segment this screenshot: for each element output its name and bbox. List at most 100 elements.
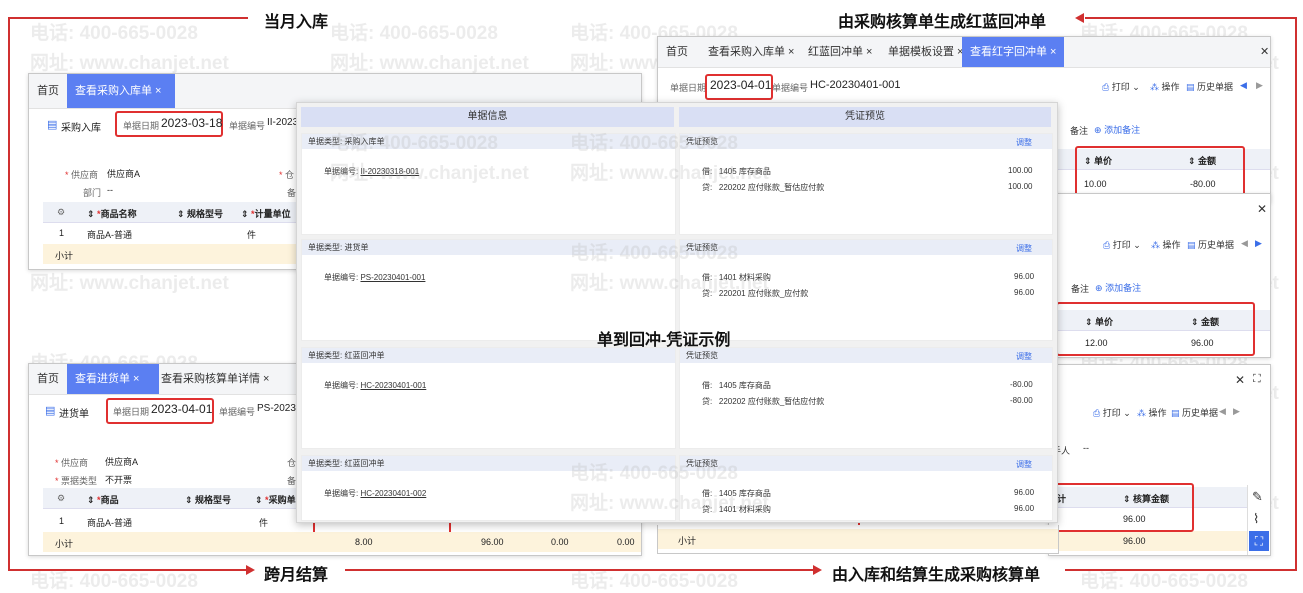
- watermark-site: 网址: www.chanjet.net: [330, 53, 529, 74]
- doc-card: 单据类型: 采购入库单 单据编号: II-20230318-001: [301, 133, 676, 235]
- history-icon: ▤: [1171, 408, 1180, 418]
- debit-amount: 100.00: [1008, 166, 1033, 175]
- chevron-down-icon[interactable]: ⌄: [1123, 408, 1131, 418]
- flow-line: [1085, 17, 1297, 19]
- doc-number-label: 单据编号:: [324, 167, 359, 176]
- date-value: 2023-03-18: [161, 116, 223, 130]
- debit-label: 借:: [702, 381, 713, 390]
- add-remark-button[interactable]: 添加备注: [1105, 283, 1141, 293]
- doc-type-value: 采购入库单: [344, 137, 385, 146]
- debit-account: 1401 材料采购: [718, 273, 771, 282]
- fullscreen-icon[interactable]: ⛶: [1249, 531, 1269, 551]
- edit-icon[interactable]: ✎: [1252, 489, 1263, 505]
- next-icon[interactable]: ▶: [1256, 80, 1263, 91]
- grid-icon: ⁂: [1151, 240, 1160, 250]
- doc-number-link[interactable]: HC-20230401-002: [360, 489, 426, 498]
- operation-button[interactable]: 操作: [1149, 408, 1167, 418]
- doc-number-value: PS-2023: [257, 403, 296, 414]
- settings-icon[interactable]: ⚙: [57, 207, 65, 218]
- expand-icon[interactable]: ⛶: [1253, 373, 1261, 386]
- print-icon: ⎙: [1102, 82, 1110, 92]
- prev-icon[interactable]: ◀: [1219, 406, 1226, 417]
- debit-account: 1405 库存商品: [718, 167, 771, 176]
- tab-home[interactable]: 首页: [29, 364, 67, 394]
- close-icon[interactable]: ✕: [1257, 202, 1267, 216]
- chevron-down-icon[interactable]: ⌄: [1132, 82, 1140, 92]
- voucher-example-panel: 单据信息 凭证预览 单据类型: 采购入库单 单据编号: II-20230318-…: [296, 102, 1058, 523]
- adjust-button[interactable]: 调整: [1016, 351, 1032, 362]
- credit-account: 1401 材料采购: [718, 505, 771, 514]
- watermark-phone: 电话: 400-665-0028: [330, 23, 498, 44]
- col-product[interactable]: 商品: [101, 495, 119, 505]
- arrow-right-icon: [246, 565, 255, 575]
- prev-icon[interactable]: ◀: [1240, 80, 1247, 91]
- tab-purchase-receipt[interactable]: 查看采购入库单 ×: [700, 37, 802, 67]
- close-icon[interactable]: ✕: [1235, 373, 1245, 387]
- settings-icon[interactable]: ⚙: [57, 493, 65, 504]
- adjust-button[interactable]: 调整: [1016, 459, 1032, 470]
- tab-purchase-receipt[interactable]: 查看采购入库单 ×: [67, 74, 175, 108]
- print-icon: ⎙: [1103, 240, 1111, 250]
- next-icon[interactable]: ▶: [1255, 238, 1262, 249]
- history-button[interactable]: 历史单据: [1197, 82, 1233, 92]
- voucher-preview-header: 凭证预览: [679, 107, 1051, 127]
- credit-amount: 96.00: [1014, 504, 1035, 513]
- doc-number-label: 单据编号:: [324, 273, 359, 282]
- debit-label: 借:: [702, 273, 713, 282]
- print-icon: ⎙: [1093, 408, 1101, 418]
- prev-icon[interactable]: ◀: [1241, 238, 1248, 249]
- tab-accounting-detail[interactable]: 查看采购核算单详情 ×: [153, 364, 277, 394]
- print-button[interactable]: 打印: [1113, 240, 1131, 250]
- warehouse-label: 仓: [285, 170, 295, 180]
- history-button[interactable]: 历史单据: [1198, 240, 1234, 250]
- print-button[interactable]: 打印: [1103, 408, 1121, 418]
- supplier-value: 供应商A: [105, 457, 139, 467]
- history-button[interactable]: 历史单据: [1182, 408, 1218, 418]
- col-product-name[interactable]: 商品名称: [101, 209, 137, 219]
- col-unit[interactable]: 计量单位: [255, 209, 291, 219]
- tab-red-blue-reversal[interactable]: 红蓝回冲单 ×: [800, 37, 880, 67]
- doc-number-value: HC-20230401-001: [810, 79, 901, 91]
- voucher-preview-label: 凭证预览: [686, 351, 718, 360]
- doc-type-value: 红蓝回冲单: [344, 459, 385, 468]
- tab-red-reversal[interactable]: 查看红字回冲单 ×: [962, 37, 1065, 67]
- doc-number-label: 单据编号: [219, 407, 256, 417]
- voucher-card: 凭证预览 调整 借: 1405 库存商品 100.00 贷: 220202 应付…: [679, 133, 1053, 235]
- chevron-down-icon[interactable]: ⌄: [1133, 240, 1141, 250]
- print-button[interactable]: 打印: [1112, 82, 1130, 92]
- col-spec[interactable]: 规格型号: [187, 209, 223, 219]
- subtotal-label: 小计: [55, 539, 74, 549]
- highlight-box: [1075, 146, 1245, 197]
- credit-account: 220202 应付账款_暂估应付款: [718, 183, 825, 192]
- attachment-icon[interactable]: ⌇: [1253, 511, 1259, 527]
- operation-button[interactable]: 操作: [1162, 82, 1180, 92]
- tab-template-settings[interactable]: 单据模板设置 ×: [880, 37, 971, 67]
- operation-button[interactable]: 操作: [1163, 240, 1181, 250]
- arrow-left-icon: [1075, 13, 1084, 23]
- tab-home[interactable]: 首页: [658, 37, 696, 67]
- debit-amount: 96.00: [1014, 272, 1035, 281]
- adjust-button[interactable]: 调整: [1016, 137, 1032, 148]
- doc-number-link[interactable]: PS-20230401-001: [360, 273, 425, 282]
- credit-account: 220202 应付账款_暂估应付款: [718, 397, 825, 406]
- doc-number-value: II-2023: [267, 117, 299, 128]
- annotation-bottom-left: 跨月结算: [264, 567, 329, 584]
- close-icon[interactable]: ✕: [1252, 37, 1270, 67]
- document-icon: ▤: [45, 405, 56, 417]
- next-icon[interactable]: ▶: [1233, 406, 1240, 417]
- doc-type-value: 进货单: [344, 243, 369, 252]
- doc-number-link[interactable]: II-20230318-001: [360, 167, 419, 176]
- tab-home[interactable]: 首页: [29, 74, 67, 108]
- tab-purchase-order[interactable]: 查看进货单 ×: [67, 364, 159, 394]
- doc-number-link[interactable]: HC-20230401-001: [360, 381, 426, 390]
- flow-line: [345, 569, 815, 571]
- subtotal-row: [658, 529, 1058, 549]
- adjust-button[interactable]: 调整: [1016, 243, 1032, 254]
- row-index: 1: [59, 516, 65, 526]
- doc-number-label: 单据编号:: [324, 381, 359, 390]
- doc-type: 进货单: [59, 409, 89, 420]
- col-spec[interactable]: 规格型号: [195, 495, 231, 505]
- add-remark-button[interactable]: 添加备注: [1104, 125, 1140, 135]
- debit-amount: -80.00: [1010, 380, 1033, 389]
- credit-label: 贷:: [702, 505, 713, 514]
